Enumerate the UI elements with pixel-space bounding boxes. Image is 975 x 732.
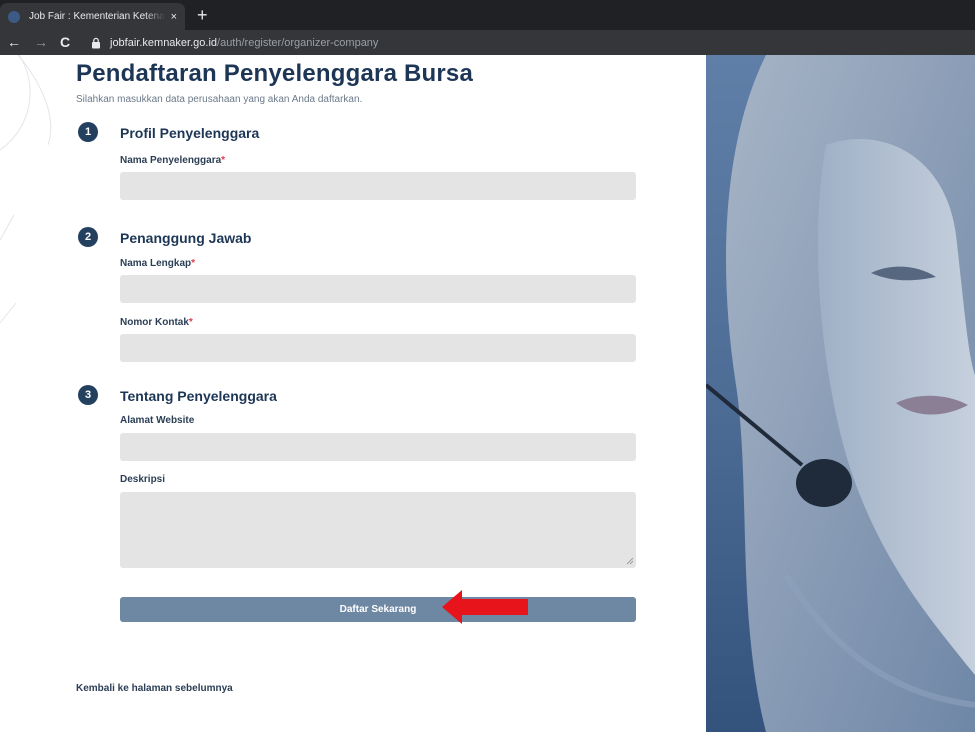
label-nomor-kontak: Nomor Kontak* [120,317,193,328]
required-mark: * [221,155,226,166]
url-path: /auth/register/organizer-company [217,36,379,49]
page-subtitle: Silahkan masukkan data perusahaan yang a… [76,94,363,105]
label-nama-penyelenggara: Nama Penyelenggara* [120,155,225,166]
url-text: jobfair.kemnaker.go.id/auth/register/org… [110,37,378,49]
tab-title: Job Fair : Kementerian Ketenagakerjaan [29,11,165,22]
nomor-kontak-input[interactable] [120,334,636,362]
label-nama-lengkap: Nama Lengkap* [120,258,195,269]
browser-toolbar: ← → C jobfair.kemnaker.go.id/auth/regist… [0,30,975,55]
section-title-penanggung-jawab: Penanggung Jawab [120,230,252,246]
required-mark: * [191,258,196,269]
resize-handle-icon[interactable] [626,557,634,565]
back-link[interactable]: Kembali ke halaman sebelumnya [76,683,233,694]
alamat-website-input[interactable] [120,433,636,461]
red-arrow-icon [442,590,528,624]
browser-tab-bar: Job Fair : Kementerian Ketenagakerjaan ×… [0,0,975,30]
label-text: Nama Penyelenggara [120,155,222,166]
address-bar[interactable]: jobfair.kemnaker.go.id/auth/register/org… [84,32,975,53]
label-alamat-website: Alamat Website [120,415,195,426]
label-deskripsi: Deskripsi [120,474,166,485]
new-tab-icon[interactable]: + [197,5,208,25]
hero-photo [706,55,975,732]
section-title-profil: Profil Penyelenggara [120,125,260,141]
page-title: Pendaftaran Penyelenggara Bursa [76,60,474,87]
step-badge-1: 1 [78,122,98,142]
section-title-tentang: Tentang Penyelenggara [120,388,277,404]
registration-form: Pendaftaran Penyelenggara Bursa Silahkan… [0,55,706,732]
deskripsi-textarea[interactable] [120,492,636,568]
nama-penyelenggara-input[interactable] [120,172,636,200]
label-text: Nama Lengkap [120,258,192,269]
daftar-sekarang-button[interactable]: Daftar Sekarang [120,597,636,622]
forward-arrow-icon[interactable]: → [34,34,48,50]
favicon-icon [8,10,20,23]
nama-lengkap-input[interactable] [120,275,636,303]
step-badge-2: 2 [78,227,98,247]
back-arrow-icon[interactable]: ← [7,34,21,50]
reload-icon[interactable]: C [60,34,70,50]
hero-illustration [706,55,975,732]
label-text: Nomor Kontak [120,317,189,328]
required-mark: * [188,317,193,328]
lock-icon [92,37,100,48]
step-badge-3: 3 [78,385,98,405]
url-host: jobfair.kemnaker.go.id [110,36,218,49]
browser-tab[interactable]: Job Fair : Kementerian Ketenagakerjaan × [0,3,185,30]
tab-close-icon[interactable]: × [171,11,177,23]
page-content: Pendaftaran Penyelenggara Bursa Silahkan… [0,55,975,732]
